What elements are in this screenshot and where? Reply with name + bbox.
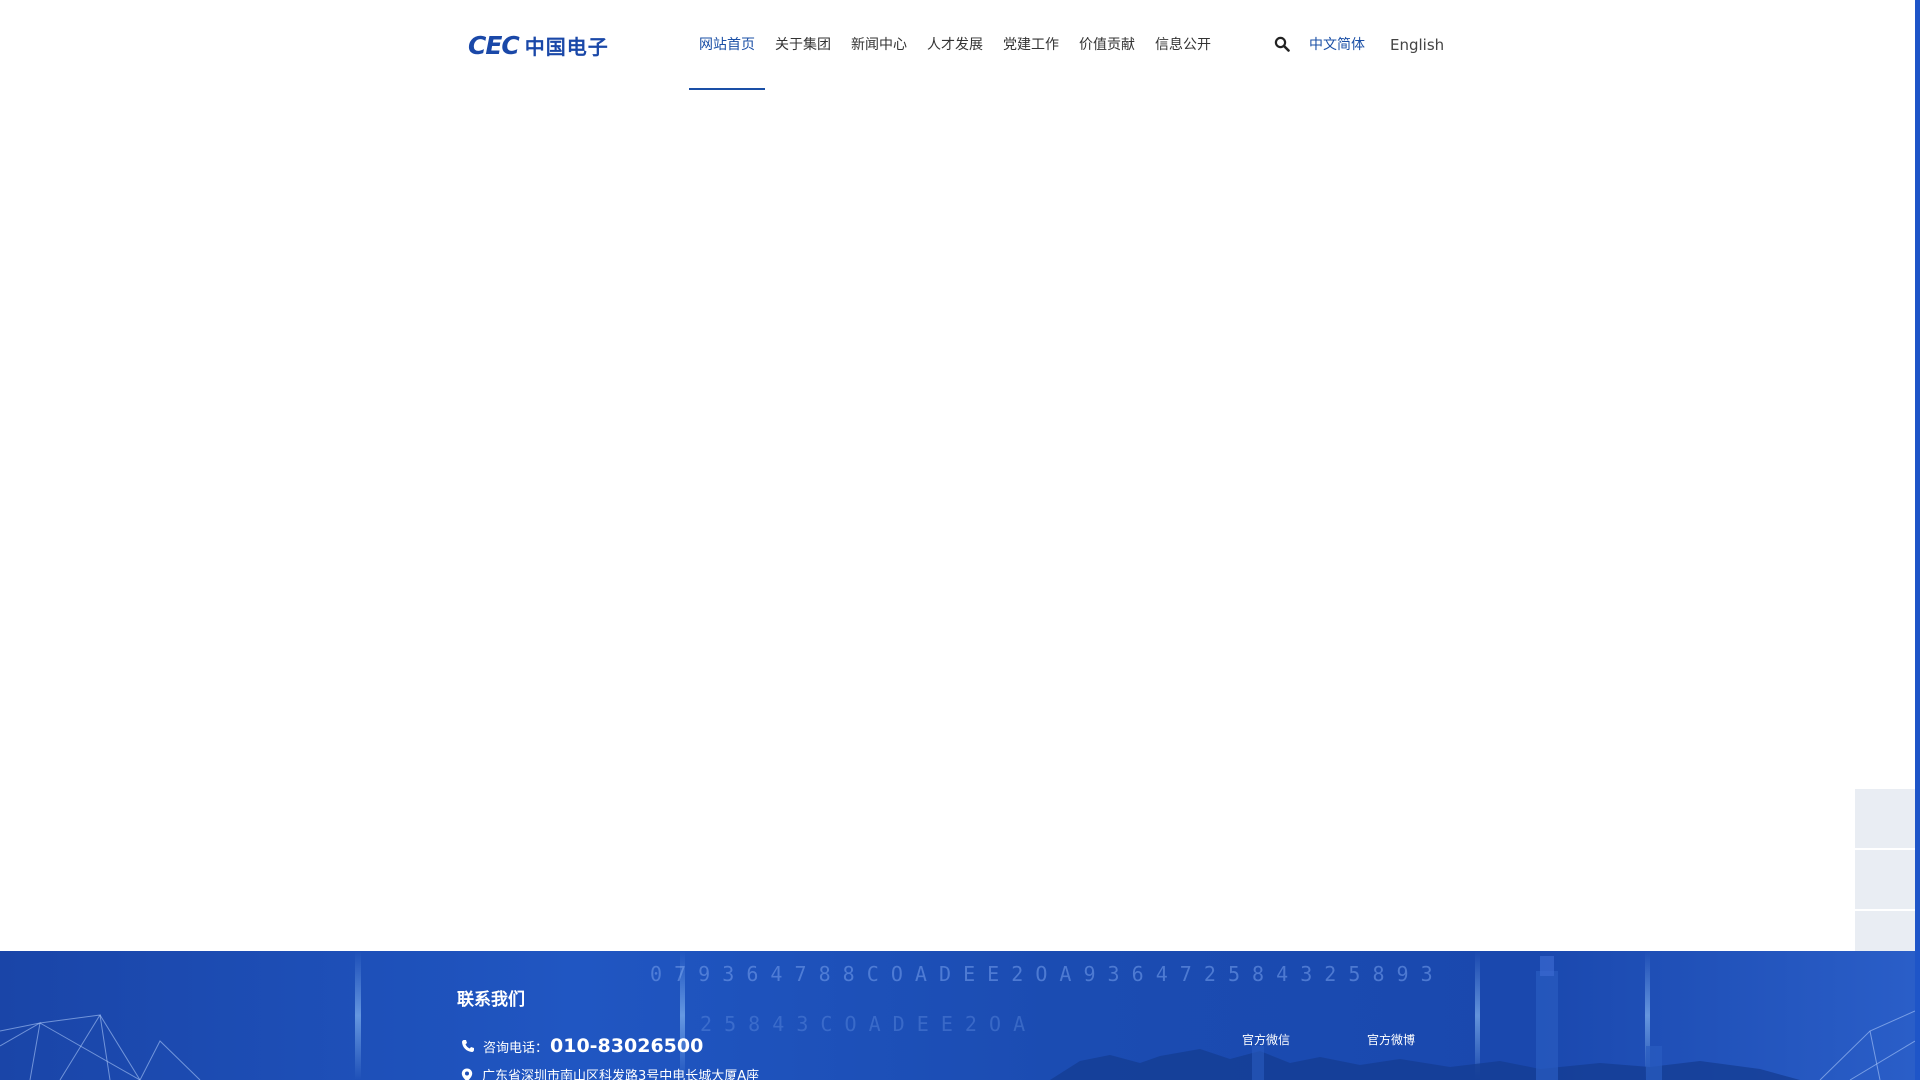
phone-icon bbox=[462, 1040, 474, 1052]
nav-item-disclosure[interactable]: 信息公开 bbox=[1145, 0, 1221, 90]
back-to-top-button[interactable] bbox=[1855, 911, 1915, 953]
nav-item-about[interactable]: 关于集团 bbox=[765, 0, 841, 90]
phone-label: 咨询电话： bbox=[483, 1040, 549, 1056]
nav-item-value[interactable]: 价值贡献 bbox=[1069, 0, 1145, 90]
location-pin-icon bbox=[461, 1068, 473, 1080]
contact-phone: 咨询电话： 010-83026500 bbox=[461, 1035, 703, 1057]
side-tool-button[interactable] bbox=[1855, 850, 1915, 911]
address-text: 广东省深圳市南山区科发路3号中电长城大厦A座 bbox=[482, 1069, 760, 1080]
nav-item-party[interactable]: 党建工作 bbox=[993, 0, 1069, 90]
nav-item-home[interactable]: 网站首页 bbox=[689, 0, 765, 90]
svg-text:0 7 9 3 6 4 7 8 8 C O A: 0 7 9 3 6 4 7 8 8 C O A D E E 2 O A 9 3 … bbox=[650, 962, 1433, 986]
svg-text:2 5 8 4 3 C O A D E E 2 O: 2 5 8 4 3 C O A D E E 2 O A bbox=[700, 1012, 1025, 1036]
contact-us-heading: 联系我们 bbox=[457, 990, 525, 1010]
cec-logo[interactable]: CEC 中国电子 bbox=[468, 30, 609, 60]
phone-number: 010-83026500 bbox=[550, 1035, 704, 1057]
search-icon[interactable] bbox=[1274, 36, 1290, 52]
nav-item-news[interactable]: 新闻中心 bbox=[841, 0, 917, 90]
lang-chinese-link[interactable]: 中文简体 bbox=[1309, 0, 1365, 90]
scrollbar[interactable] bbox=[1915, 0, 1920, 1080]
contact-address: 广东省深圳市南山区科发路3号中电长城大厦A座 bbox=[461, 1065, 759, 1080]
main-content bbox=[0, 90, 1915, 951]
side-toolbar bbox=[1855, 789, 1915, 953]
side-tool-button[interactable] bbox=[1855, 789, 1915, 850]
footer-background-art: 0 7 9 3 6 4 7 8 8 C O A D E E 2 O A 9 3 … bbox=[0, 951, 1915, 1080]
official-wechat-link[interactable]: 官方微信 bbox=[1242, 1031, 1290, 1048]
site-footer: 0 7 9 3 6 4 7 8 8 C O A D E E 2 O A 9 3 … bbox=[0, 951, 1915, 1080]
logo-latin: CEC bbox=[468, 30, 520, 60]
lang-english-link[interactable]: English bbox=[1390, 0, 1444, 90]
official-weibo-link[interactable]: 官方微博 bbox=[1367, 1031, 1415, 1048]
nav-item-talent[interactable]: 人才发展 bbox=[917, 0, 993, 90]
main-nav: 网站首页 关于集团 新闻中心 人才发展 党建工作 价值贡献 信息公开 bbox=[689, 0, 1221, 90]
logo-chinese: 中国电子 bbox=[524, 34, 609, 59]
site-header: CEC 中国电子 网站首页 关于集团 新闻中心 人才发展 党建工作 价值贡献 信… bbox=[0, 0, 1915, 90]
